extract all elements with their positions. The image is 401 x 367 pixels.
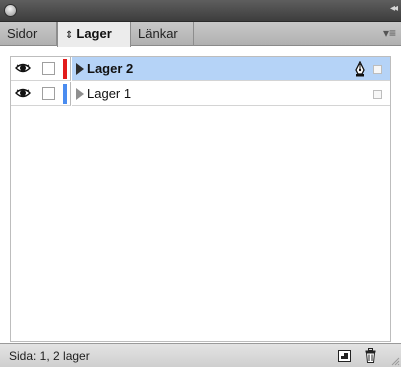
panel-menu-icon[interactable]: ▾≡ — [383, 26, 396, 40]
selection-target-box[interactable] — [373, 65, 382, 74]
layer-name-cell[interactable]: Lager 1 — [72, 82, 390, 106]
collapse-panel-icon[interactable]: ◂◂ — [390, 3, 398, 14]
selection-target-box[interactable] — [373, 90, 382, 99]
tab-lager[interactable]: ⇕ Lager — [57, 22, 131, 47]
status-text: Sida: 1, 2 lager — [9, 349, 90, 363]
tab-label: Sidor — [7, 26, 38, 41]
layer-controls — [11, 57, 71, 81]
tab-lankar[interactable]: Länkar — [131, 22, 194, 46]
tab-bar: Sidor ⇕ Lager Länkar ▾≡ — [0, 22, 401, 47]
tab-label: Lager — [76, 26, 112, 41]
layer-color-swatch — [63, 59, 67, 79]
lock-toggle[interactable] — [42, 87, 55, 100]
pen-icon — [355, 61, 365, 77]
lock-toggle[interactable] — [42, 62, 55, 75]
layer-name-cell[interactable]: Lager 2 — [72, 57, 390, 81]
panel-title-bar: ◂◂ — [0, 0, 401, 22]
status-bar: Sida: 1, 2 lager — [0, 343, 401, 367]
tab-sidor[interactable]: Sidor — [0, 22, 57, 46]
eye-icon[interactable] — [15, 62, 31, 74]
new-layer-icon[interactable] — [338, 350, 351, 362]
layer-controls — [11, 82, 71, 106]
close-button[interactable] — [4, 4, 17, 17]
expand-triangle-icon[interactable] — [76, 63, 84, 75]
tab-label: Länkar — [138, 26, 178, 41]
layer-row[interactable]: Lager 2 — [11, 57, 390, 81]
expand-triangle-icon[interactable] — [76, 88, 84, 100]
resize-grip-icon[interactable] — [390, 356, 400, 366]
layer-color-swatch — [63, 84, 67, 104]
eye-icon[interactable] — [15, 87, 31, 99]
layer-list: Lager 2 Lager 1 — [10, 56, 391, 342]
layer-name: Lager 2 — [87, 61, 134, 76]
sort-arrows-icon: ⇕ — [65, 30, 74, 41]
trash-icon[interactable] — [365, 348, 376, 363]
layer-row[interactable]: Lager 1 — [11, 82, 390, 106]
layer-name: Lager 1 — [87, 86, 132, 101]
